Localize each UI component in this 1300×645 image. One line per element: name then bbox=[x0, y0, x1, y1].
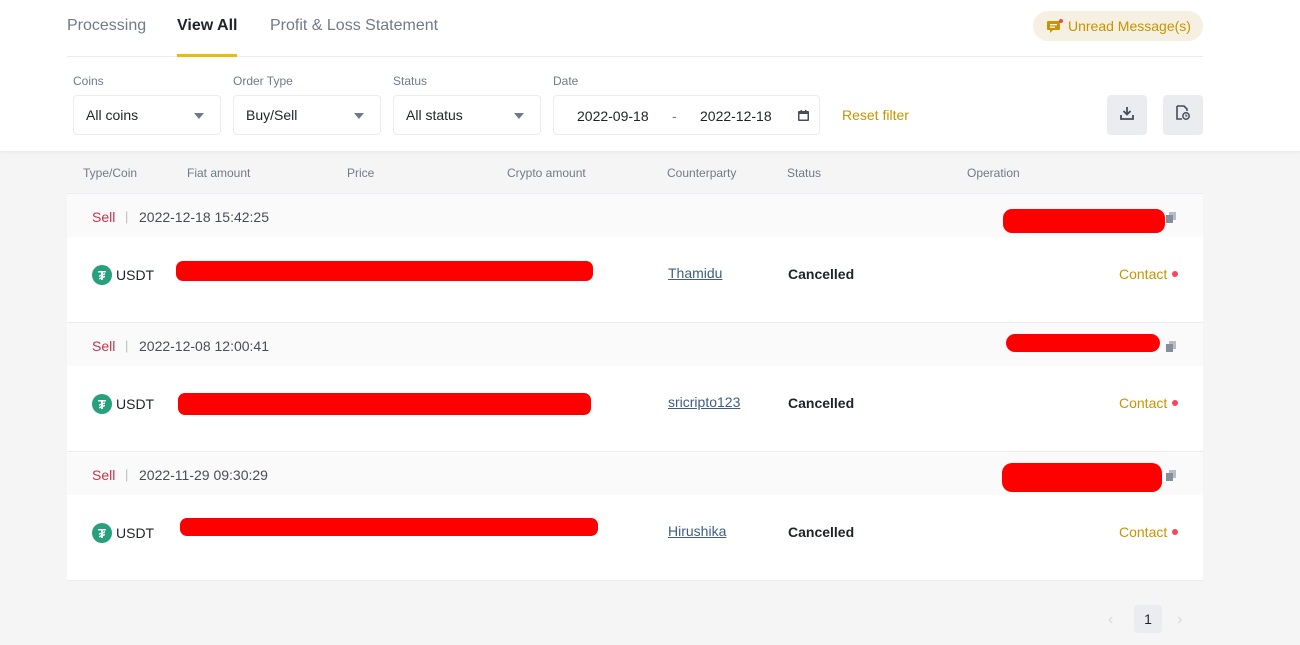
status-select[interactable]: All status bbox=[393, 95, 541, 135]
pagination-next-button[interactable]: › bbox=[1177, 611, 1182, 629]
column-operation: Operation bbox=[967, 166, 1020, 180]
order-row: Sell | 2022-12-08 12:00:41 ₮ USDT sricri… bbox=[67, 323, 1203, 452]
calendar-icon bbox=[798, 108, 809, 121]
order-time: 2022-12-08 12:00:41 bbox=[139, 338, 269, 354]
column-counterparty: Counterparty bbox=[667, 166, 737, 180]
coins-select[interactable]: All coins bbox=[73, 95, 221, 135]
pagination-prev-button[interactable]: ‹ bbox=[1108, 611, 1113, 629]
chevron-down-icon bbox=[194, 113, 204, 119]
counterparty-link[interactable]: Hirushika bbox=[668, 523, 726, 539]
tab-processing[interactable]: Processing bbox=[67, 17, 146, 35]
order-type-select-value: Buy/Sell bbox=[246, 107, 298, 123]
copy-icon[interactable] bbox=[1166, 468, 1176, 481]
order-row-header: Sell | 2022-12-08 12:00:41 bbox=[67, 323, 1203, 366]
date-filter-label: Date bbox=[553, 74, 579, 88]
order-type: Sell bbox=[92, 338, 116, 354]
coin-cell: ₮ USDT bbox=[92, 394, 154, 414]
file-clock-icon bbox=[1176, 105, 1190, 125]
pagination-page-current[interactable]: 1 bbox=[1134, 605, 1162, 633]
redaction-order-number bbox=[1002, 463, 1162, 492]
order-row-header: Sell | 2022-11-29 09:30:29 bbox=[67, 452, 1203, 495]
coin-name: USDT bbox=[116, 525, 155, 541]
unread-messages-button[interactable]: Unread Message(s) bbox=[1033, 11, 1203, 41]
counterparty-link[interactable]: sricripto123 bbox=[668, 394, 740, 410]
date-separator: - bbox=[672, 108, 677, 124]
coin-cell: ₮ USDT bbox=[92, 265, 154, 285]
counterparty-link[interactable]: Thamidu bbox=[668, 265, 722, 281]
divider: | bbox=[125, 209, 129, 224]
coins-filter-label: Coins bbox=[73, 74, 104, 88]
order-status: Cancelled bbox=[788, 524, 855, 540]
redaction-amounts bbox=[180, 518, 598, 536]
copy-icon[interactable] bbox=[1166, 339, 1176, 352]
notification-dot bbox=[1172, 271, 1178, 277]
table-header: Type/Coin Fiat amount Price Crypto amoun… bbox=[67, 152, 1203, 194]
order-type: Sell bbox=[92, 209, 116, 225]
tab-bar: Processing View All Profit & Loss Statem… bbox=[67, 0, 1203, 57]
reset-filter-link[interactable]: Reset filter bbox=[842, 107, 909, 123]
coin-name: USDT bbox=[116, 396, 155, 412]
status-select-value: All status bbox=[406, 107, 463, 123]
order-row: Sell | 2022-11-29 09:30:29 ₮ USDT Hirush… bbox=[67, 452, 1203, 581]
usdt-icon: ₮ bbox=[92, 523, 112, 543]
redaction-order-number bbox=[1006, 334, 1160, 352]
top-panel: Processing View All Profit & Loss Statem… bbox=[0, 0, 1300, 152]
order-status: Cancelled bbox=[788, 266, 855, 282]
order-type: Sell bbox=[92, 467, 116, 483]
divider: | bbox=[125, 338, 129, 353]
order-type-filter-label: Order Type bbox=[233, 74, 293, 88]
export-button[interactable] bbox=[1107, 95, 1147, 135]
contact-button[interactable]: Contact bbox=[1119, 524, 1167, 540]
order-status: Cancelled bbox=[788, 395, 855, 411]
order-type-select[interactable]: Buy/Sell bbox=[233, 95, 381, 135]
usdt-icon: ₮ bbox=[92, 265, 112, 285]
column-status: Status bbox=[787, 166, 822, 180]
order-time: 2022-12-18 15:42:25 bbox=[139, 209, 269, 225]
coins-select-value: All coins bbox=[86, 107, 139, 123]
redaction-amounts bbox=[178, 393, 591, 415]
message-icon bbox=[1047, 19, 1063, 33]
order-row: Sell | 2022-12-18 15:42:25 ₮ USDT Thamid… bbox=[67, 194, 1203, 323]
date-to[interactable]: 2022-12-18 bbox=[700, 108, 772, 124]
column-type-coin: Type/Coin bbox=[83, 166, 138, 180]
redaction-amounts bbox=[176, 261, 593, 281]
contact-button[interactable]: Contact bbox=[1119, 395, 1167, 411]
contact-button[interactable]: Contact bbox=[1119, 266, 1167, 282]
notification-dot bbox=[1172, 400, 1178, 406]
coin-cell: ₮ USDT bbox=[92, 523, 154, 543]
column-fiat-amount: Fiat amount bbox=[187, 166, 251, 180]
order-row-header: Sell | 2022-12-18 15:42:25 bbox=[67, 194, 1203, 237]
status-filter-label: Status bbox=[393, 74, 428, 88]
column-crypto-amount: Crypto amount bbox=[507, 166, 586, 180]
copy-icon[interactable] bbox=[1166, 210, 1176, 223]
history-report-button[interactable] bbox=[1163, 95, 1203, 135]
tab-profit-loss[interactable]: Profit & Loss Statement bbox=[270, 17, 438, 35]
active-tab-indicator bbox=[177, 54, 237, 57]
coin-name: USDT bbox=[116, 267, 155, 283]
date-range-picker[interactable]: 2022-09-18 - 2022-12-18 bbox=[553, 95, 820, 135]
chevron-down-icon bbox=[514, 113, 524, 119]
column-price: Price bbox=[347, 166, 375, 180]
notification-dot bbox=[1172, 529, 1178, 535]
order-time: 2022-11-29 09:30:29 bbox=[139, 467, 268, 483]
chevron-down-icon bbox=[354, 113, 364, 119]
unread-messages-label: Unread Message(s) bbox=[1068, 18, 1191, 34]
download-icon bbox=[1120, 106, 1134, 125]
usdt-icon: ₮ bbox=[92, 394, 112, 414]
date-from[interactable]: 2022-09-18 bbox=[577, 108, 649, 124]
divider: | bbox=[125, 467, 129, 482]
redaction-order-number bbox=[1003, 209, 1165, 233]
tab-view-all[interactable]: View All bbox=[177, 17, 237, 35]
